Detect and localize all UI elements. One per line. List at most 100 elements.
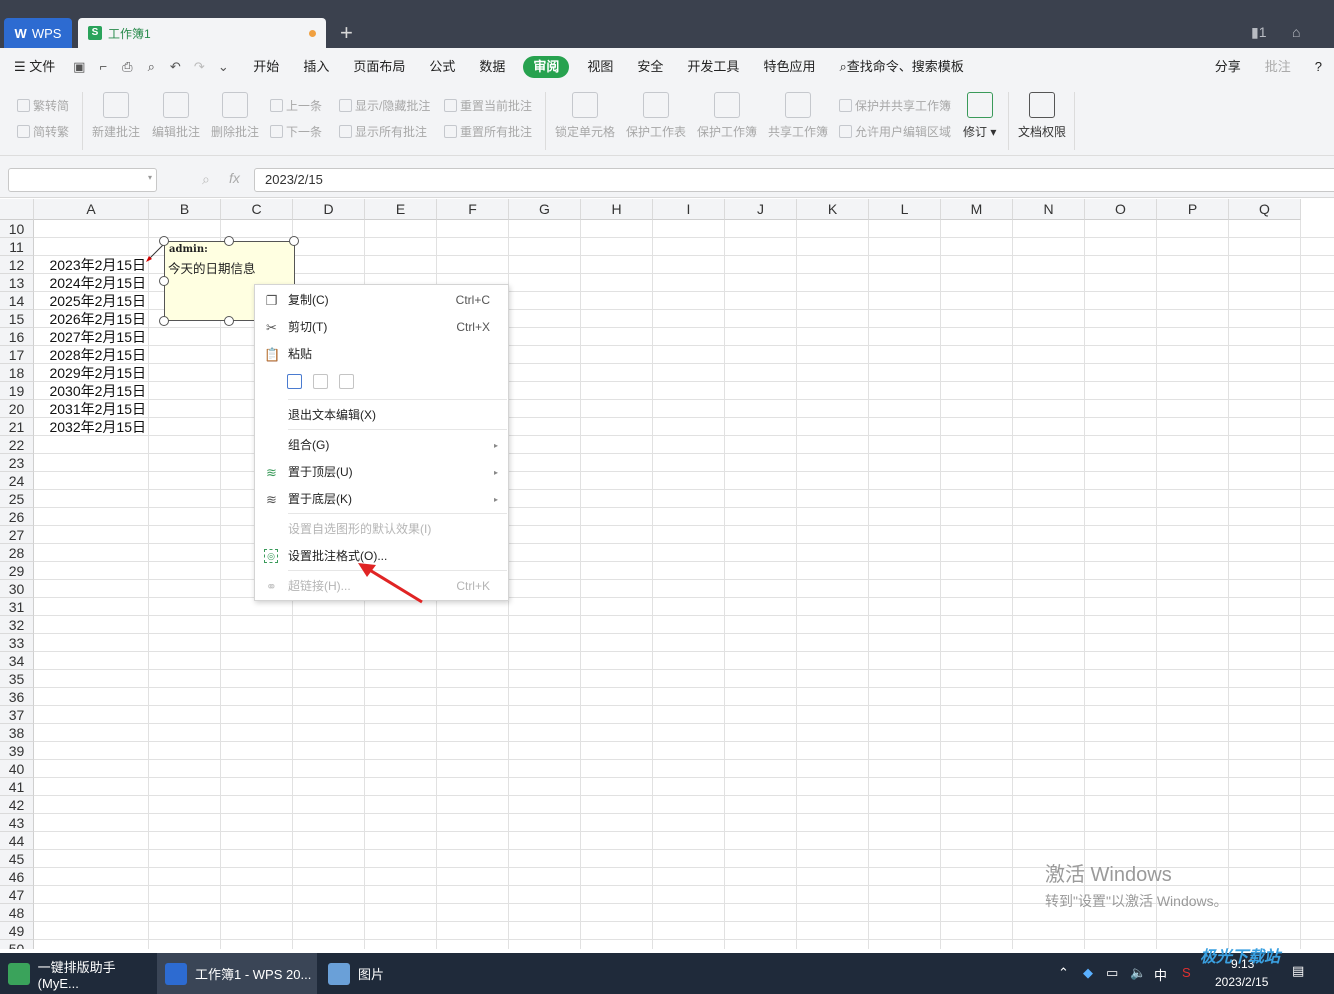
taskbar-app-wps[interactable]: 工作簿1 - WPS 20...	[157, 953, 317, 994]
undo-icon[interactable]: ↶	[166, 58, 184, 76]
new-tab-button[interactable]: +	[340, 20, 353, 46]
format-painter-icon[interactable]: ⌐	[94, 58, 112, 76]
tray-expand-icon[interactable]: ⌃	[1058, 965, 1069, 981]
row-header[interactable]: 41	[0, 778, 34, 796]
toggle-comments-button[interactable]: 显示/隐藏批注	[339, 97, 430, 114]
column-header[interactable]: P	[1157, 199, 1229, 220]
reset-current-comment-button[interactable]: 重置当前批注	[444, 97, 532, 114]
row-header[interactable]: 45	[0, 850, 34, 868]
print-icon[interactable]: ⎙	[118, 58, 136, 76]
menu-tab-7[interactable]: 安全	[625, 56, 675, 78]
row-header[interactable]: 23	[0, 454, 34, 472]
customize-quick-access-icon[interactable]: ⌄	[214, 58, 232, 76]
name-box[interactable]: ▾	[8, 168, 157, 192]
redo-icon[interactable]: ↷	[190, 58, 208, 76]
window-count-icon[interactable]: ▮1	[1251, 24, 1267, 41]
cell-a[interactable]: 2023年2月15日	[34, 256, 148, 274]
edit-comment-button[interactable]: 编辑批注	[152, 92, 200, 140]
row-header[interactable]: 16	[0, 328, 34, 346]
column-header[interactable]: H	[581, 199, 653, 220]
row-header[interactable]: 29	[0, 562, 34, 580]
row-header[interactable]: 28	[0, 544, 34, 562]
column-header[interactable]: L	[869, 199, 941, 220]
column-header[interactable]: E	[365, 199, 437, 220]
cell-a[interactable]: 2030年2月15日	[34, 382, 148, 400]
row-header[interactable]: 33	[0, 634, 34, 652]
cell-a[interactable]: 2024年2月15日	[34, 274, 148, 292]
row-header[interactable]: 17	[0, 346, 34, 364]
volume-icon[interactable]: 🔈	[1130, 965, 1146, 981]
show-all-comments-button[interactable]: 显示所有批注	[339, 123, 427, 140]
share-button[interactable]: 分享	[1203, 56, 1253, 78]
comment-button[interactable]: 批注	[1253, 56, 1303, 78]
row-header[interactable]: 47	[0, 886, 34, 904]
clock-date[interactable]: 2023/2/15	[1215, 975, 1268, 989]
row-header[interactable]: 11	[0, 238, 34, 256]
row-header[interactable]: 22	[0, 436, 34, 454]
ime-indicator[interactable]: 中	[1154, 965, 1167, 984]
cell-a[interactable]: 2027年2月15日	[34, 328, 148, 346]
row-header[interactable]: 30	[0, 580, 34, 598]
menu-tab-2[interactable]: 页面布局	[341, 56, 417, 78]
resize-handle[interactable]	[224, 316, 234, 326]
row-header[interactable]: 13	[0, 274, 34, 292]
row-header[interactable]: 35	[0, 670, 34, 688]
column-header[interactable]: B	[149, 199, 221, 220]
taskbar-app-pictures[interactable]: 图片	[320, 953, 400, 994]
file-menu[interactable]: ☰ 文件	[0, 56, 67, 78]
resize-handle[interactable]	[159, 236, 169, 246]
row-header[interactable]: 24	[0, 472, 34, 490]
allow-edit-ranges-button[interactable]: 允许用户编辑区域	[839, 123, 951, 140]
row-header[interactable]: 21	[0, 418, 34, 436]
row-header[interactable]: 44	[0, 832, 34, 850]
delete-comment-button[interactable]: 删除批注	[211, 92, 259, 140]
cell-a[interactable]: 2031年2月15日	[34, 400, 148, 418]
cell-a[interactable]: 2025年2月15日	[34, 292, 148, 310]
row-header[interactable]: 50	[0, 940, 34, 949]
row-header[interactable]: 20	[0, 400, 34, 418]
select-all-corner[interactable]	[0, 199, 34, 220]
row-header[interactable]: 31	[0, 598, 34, 616]
protect-workbook-button[interactable]: 保护工作簿	[697, 92, 757, 140]
column-header[interactable]: K	[797, 199, 869, 220]
column-header[interactable]: J	[725, 199, 797, 220]
save-icon[interactable]: ▣	[70, 58, 88, 76]
trad-to-simp-button[interactable]: 繁转简	[17, 97, 69, 114]
row-header[interactable]: 38	[0, 724, 34, 742]
row-header[interactable]: 34	[0, 652, 34, 670]
tray-app-icon[interactable]: ◆	[1083, 965, 1093, 981]
row-header[interactable]: 43	[0, 814, 34, 832]
menu-tab-4[interactable]: 数据	[467, 56, 517, 78]
row-header[interactable]: 19	[0, 382, 34, 400]
column-header[interactable]: G	[509, 199, 581, 220]
taskbar-app-myeditor[interactable]: 一键排版助手(MyE...	[0, 953, 155, 994]
protect-and-share-button[interactable]: 保护并共享工作簿	[839, 97, 951, 114]
print-preview-icon[interactable]: ⌕	[142, 58, 160, 76]
row-header[interactable]: 42	[0, 796, 34, 814]
lock-cell-button[interactable]: 锁定单元格	[555, 92, 615, 140]
menu-tab-9[interactable]: 特色应用	[751, 56, 827, 78]
wps-home-tab[interactable]: W WPS	[4, 18, 72, 48]
revise-button[interactable]: 修订 ▾	[963, 92, 996, 140]
menu-tab-1[interactable]: 插入	[291, 56, 341, 78]
menu-item-paste[interactable]: 📋 粘贴	[255, 341, 508, 368]
column-header[interactable]: M	[941, 199, 1013, 220]
resize-handle[interactable]	[159, 276, 169, 286]
sogou-icon[interactable]: S	[1182, 965, 1191, 980]
menu-tab-8[interactable]: 开发工具	[675, 56, 751, 78]
menu-tab-0[interactable]: 开始	[241, 56, 291, 78]
cell-a[interactable]: 2026年2月15日	[34, 310, 148, 328]
row-header[interactable]: 14	[0, 292, 34, 310]
paste-keep-format-icon[interactable]	[287, 374, 302, 389]
row-header[interactable]: 26	[0, 508, 34, 526]
prev-comment-button[interactable]: 上一条	[270, 97, 322, 114]
row-header[interactable]: 32	[0, 616, 34, 634]
row-header[interactable]: 10	[0, 220, 34, 238]
row-header[interactable]: 18	[0, 364, 34, 382]
search-commands[interactable]: ⌕查找命令、搜索模板	[827, 56, 975, 78]
menu-item-copy[interactable]: ❐ 复制(C) Ctrl+C	[255, 287, 508, 314]
row-header[interactable]: 27	[0, 526, 34, 544]
column-header[interactable]: F	[437, 199, 509, 220]
next-comment-button[interactable]: 下一条	[270, 123, 322, 140]
notification-icon[interactable]: ▤	[1292, 963, 1304, 979]
